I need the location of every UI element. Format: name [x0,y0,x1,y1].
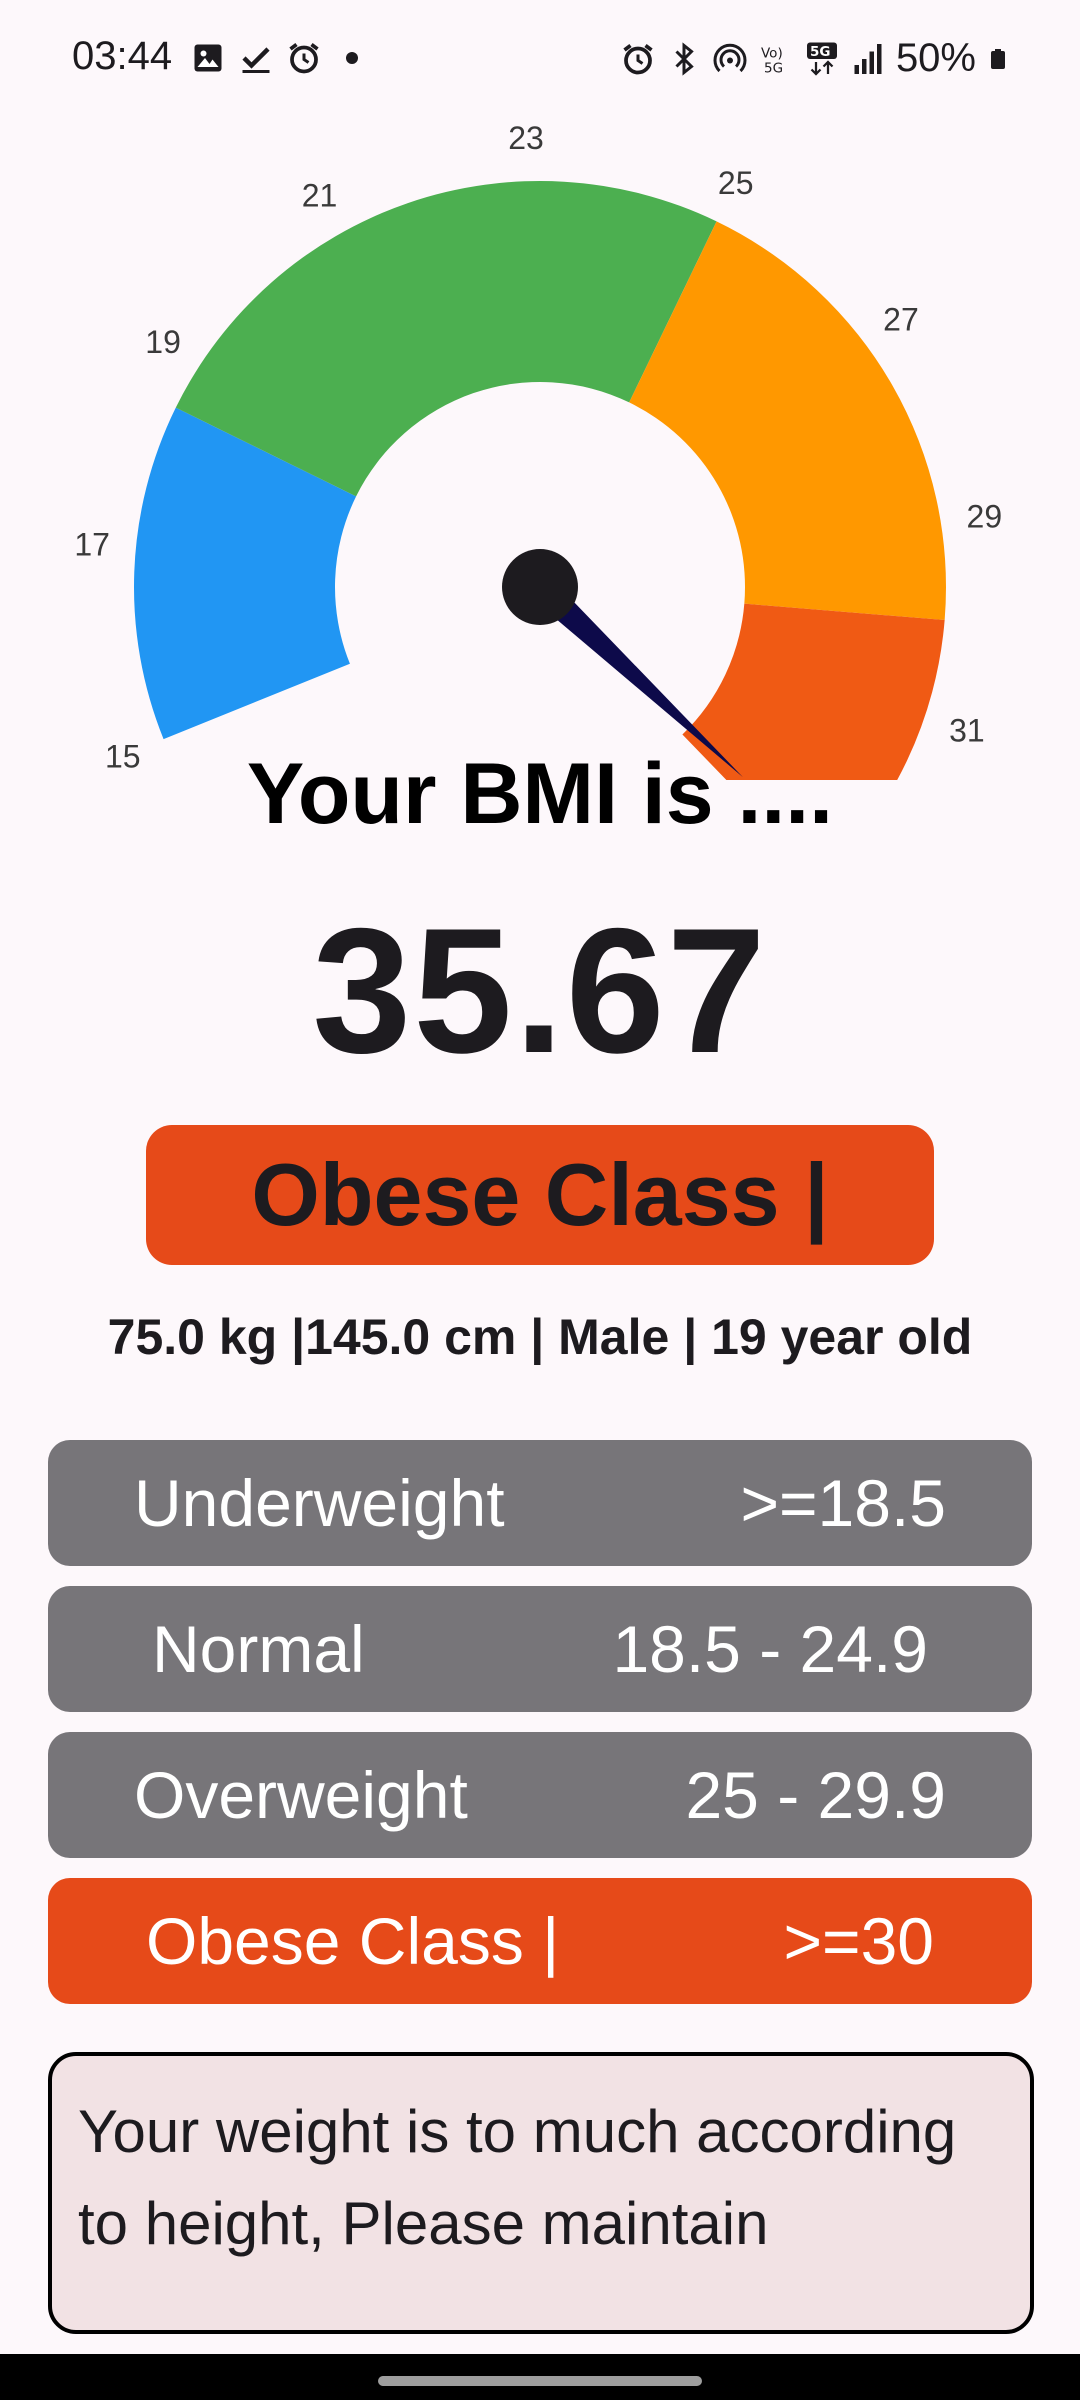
svg-text:5G: 5G [764,60,783,76]
check-icon [242,47,270,73]
category-range: >=30 [783,1904,935,1978]
notification-icons [190,40,370,76]
category-row-overweight: Overweight 25 - 29.9 [48,1732,1032,1858]
gauge-tick-label: 17 [74,526,110,562]
gauge-tick-label: 25 [718,165,754,201]
bmi-title: Your BMI is .... [246,746,834,842]
bmi-value: 35.67 [312,891,768,1090]
alarm-icon [289,43,319,74]
advice-message-box[interactable]: Your weight is to much according to heig… [48,2052,1034,2334]
battery-percent: 50% [895,36,976,80]
hotspot-icon [713,43,747,72]
home-gesture-handle[interactable] [378,2376,702,2386]
system-icons: Vo) 5G 5G 50% [620,36,1010,81]
battery-icon [991,48,1005,69]
category-row-normal: Normal 18.5 - 24.9 [48,1586,1032,1712]
signal-icon [854,43,882,74]
category-range: 25 - 29.9 [685,1758,946,1832]
bmi-class-badge: Obese Class | [146,1125,934,1265]
bmi-gauge: 15171921232527293133 [0,100,1080,780]
gauge-tick-label: 31 [949,712,985,748]
category-name: Normal [152,1612,365,1686]
category-name: Obese Class | [146,1904,560,1978]
bluetooth-icon [675,41,694,76]
category-name: Overweight [134,1758,468,1832]
bmi-result-screen: 03:44 Vo)5G 5G 50% 15171921232527293133 … [0,0,1080,2400]
category-range: >=18.5 [740,1466,946,1540]
volte-icon: Vo)5G [761,45,783,76]
bmi-class-label: Obese Class | [251,1145,829,1244]
gauge-tick-label: 29 [967,499,1003,535]
gauge-tick-label: 23 [508,120,544,156]
gauge-svg: 15171921232527293133 [74,120,1003,780]
category-range: 18.5 - 24.9 [612,1612,928,1686]
gauge-tick-label: 19 [145,324,181,360]
gauge-needle-hub [502,549,578,625]
gauge-tick-label: 27 [883,301,919,337]
user-info: 75.0 kg |145.0 cm | Male | 19 year old [107,1309,973,1365]
svg-text:5G: 5G [810,44,830,60]
svg-text:Vo): Vo) [761,45,783,61]
5g-icon: 5G [806,42,837,76]
advice-message: Your weight is to much according to heig… [78,2098,957,2257]
alarm-icon [623,43,653,74]
status-time: 03:44 [72,34,173,78]
navigation-bar [0,2354,1080,2400]
dot-icon [346,52,358,64]
category-name: Underweight [134,1466,505,1540]
image-icon [194,44,222,72]
gauge-tick-label: 21 [302,178,338,214]
category-row-obese: Obese Class | >=30 [48,1878,1032,2004]
category-row-underweight: Underweight >=18.5 [48,1440,1032,1566]
